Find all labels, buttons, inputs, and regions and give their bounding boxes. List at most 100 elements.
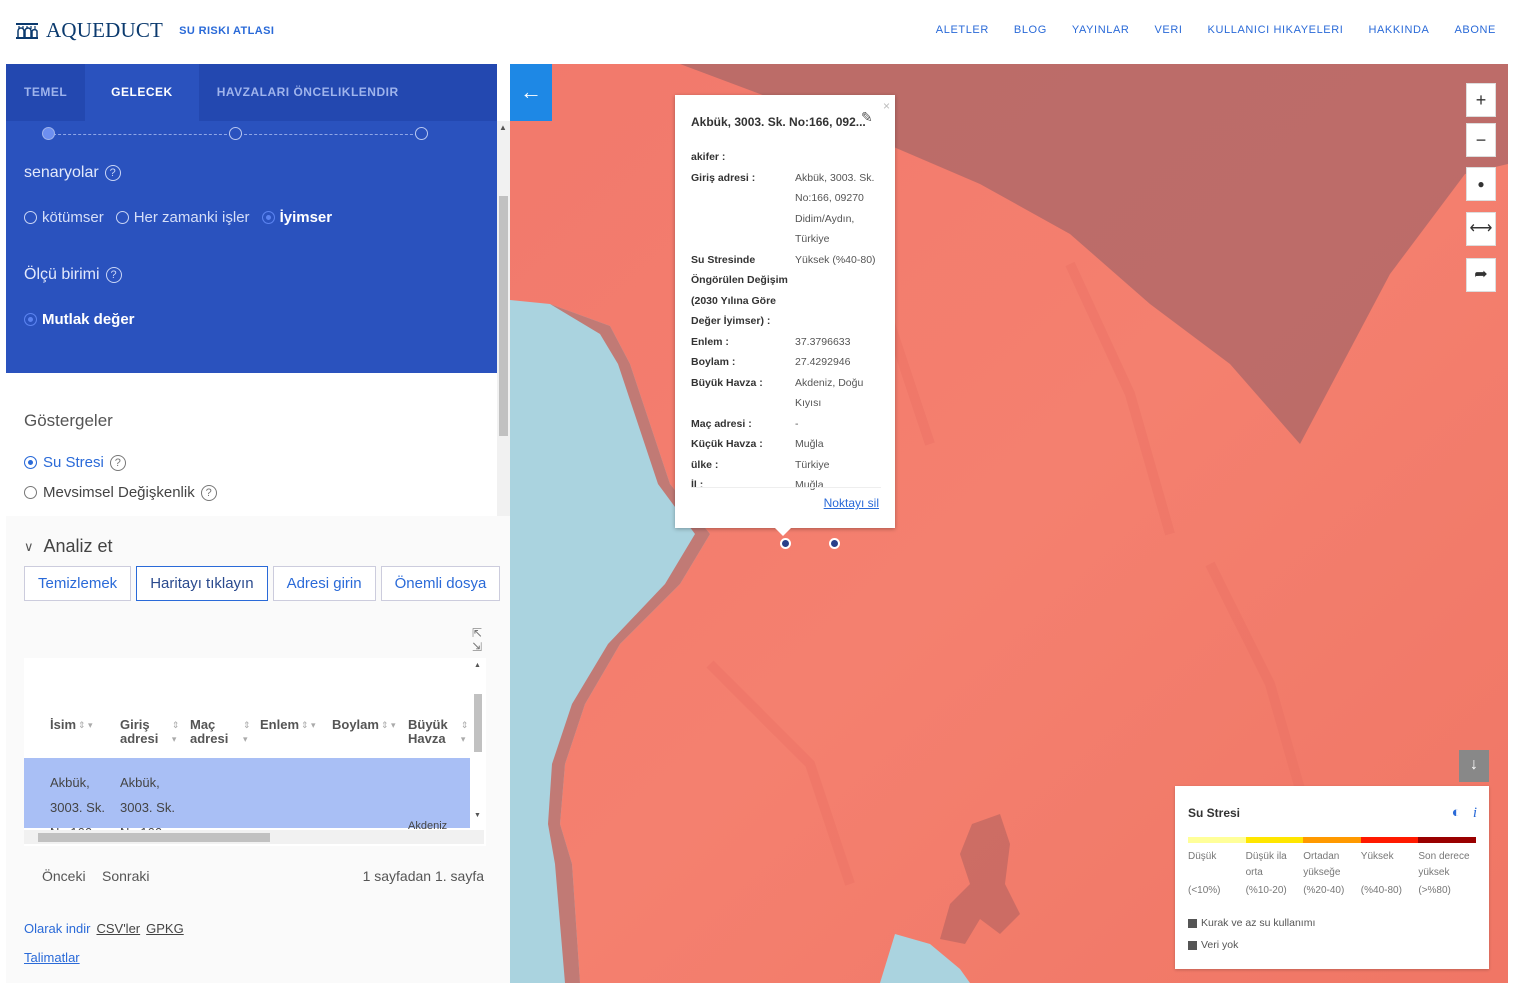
download-csv-link[interactable]: CSV'ler <box>96 921 140 936</box>
sort-icon[interactable]: ⇕ ▾ <box>301 718 316 732</box>
zoom-in-button[interactable]: + <box>1466 83 1496 117</box>
nav-publications[interactable]: YAYINLAR <box>1072 24 1130 36</box>
sort-icon[interactable]: ⇕ ▾ <box>172 718 182 746</box>
sort-icon[interactable]: ⇕ ▾ <box>461 718 470 746</box>
legend-category: Yüksek (%40-80) <box>1361 849 1419 899</box>
close-icon[interactable]: × <box>883 99 890 113</box>
download-row: Olarak indir CSV'ler GPKG <box>24 921 184 936</box>
download-label: Olarak indir <box>24 921 91 936</box>
th-match-address[interactable]: Maç adresi ⇕ ▾ <box>190 718 254 746</box>
basemap-button[interactable]: ● <box>1466 167 1496 201</box>
legend-category: Düşük (<10%) <box>1188 849 1246 899</box>
table-row[interactable]: Akbük, 3003. Sk. No:166, Akbük, 3003. Sk… <box>24 758 470 840</box>
import-file-button[interactable]: Önemli dosya <box>380 566 501 601</box>
instructions-link[interactable]: Talimatlar <box>24 950 80 965</box>
top-nav: ALETLER BLOG YAYINLAR VERI KULLANICI HIK… <box>936 24 1496 36</box>
pencil-icon[interactable]: ✎ <box>861 109 873 126</box>
popup-row: Büyük Havza : Akdeniz, Doğu Kıyısı <box>691 373 886 414</box>
scenario-label: İyimser <box>279 209 333 226</box>
column-label: Boylam <box>332 717 379 732</box>
map-pin[interactable] <box>780 538 791 549</box>
nav-subscribe[interactable]: ABONE <box>1454 24 1496 36</box>
info-icon[interactable]: i <box>1473 805 1477 821</box>
scenario-optimistic[interactable]: İyimser <box>261 209 333 226</box>
nav-data[interactable]: VERI <box>1154 24 1182 36</box>
prev-page-button[interactable]: Önceki <box>42 868 86 884</box>
download-gpkg-link[interactable]: GPKG <box>146 921 184 936</box>
results-table: İsim ⇕ ▾ Giriş adresi ⇕ ▾ Maç adresi ⇕ ▾ En… <box>24 658 486 846</box>
clear-button[interactable]: Temizlemek <box>24 566 132 601</box>
sort-icon[interactable]: ⇕ ▾ <box>381 718 396 732</box>
legend-category: Düşük ila orta (%10-20) <box>1246 849 1304 899</box>
timeline-slider-stop[interactable] <box>42 127 55 140</box>
opacity-icon[interactable]: ◐ <box>1452 804 1461 821</box>
help-icon[interactable]: ? <box>109 454 126 471</box>
next-page-button[interactable]: Sonraki <box>102 868 149 884</box>
popup-key: Maç adresi : <box>691 417 752 430</box>
sort-icon[interactable]: ⇕ ▾ <box>243 718 254 746</box>
legend-category-name: Düşük <box>1188 851 1217 862</box>
indicator-seasonal-variability[interactable]: Mevsimsel Değişkenlik ? <box>24 484 217 501</box>
help-icon[interactable]: ? <box>105 267 122 283</box>
plus-icon: + <box>1475 90 1487 110</box>
scroll-up-icon[interactable]: ▲ <box>499 123 507 132</box>
share-button[interactable]: ➦ <box>1466 258 1496 292</box>
scrollbar-thumb[interactable] <box>474 694 482 752</box>
sort-icon[interactable]: ⇕ ▾ <box>78 718 93 732</box>
legend-color-bar <box>1188 837 1476 843</box>
expand-icon[interactable]: ⇱ ⇲ <box>472 626 482 654</box>
nav-user-stories[interactable]: KULLANICI HIKAYELERI <box>1208 24 1344 36</box>
collapse-panel-button[interactable]: ← <box>510 64 552 121</box>
scenario-settings: TEMEL GELECEK HAVZALARI ÖNCELIKLENDIR se… <box>6 64 497 373</box>
legend-nodata-label: Veri yok <box>1201 939 1239 951</box>
table-vertical-scrollbar[interactable]: ▲ ▼ <box>472 658 484 828</box>
th-major-basin[interactable]: Büyük Havza ⇕ ▾ <box>408 718 470 746</box>
unit-absolute[interactable]: Mutlak değer <box>24 311 135 328</box>
scenario-pessimistic[interactable]: kötümser <box>24 209 104 226</box>
panel-scrollbar[interactable]: ▲ <box>497 121 510 516</box>
logo[interactable]: AQUEDUCT SU RISKI ATLASI <box>16 18 274 43</box>
click-map-button[interactable]: Haritayı tıklayın <box>136 566 268 601</box>
th-input-address[interactable]: Giriş adresi ⇕ ▾ <box>120 718 182 746</box>
scrollbar-thumb[interactable] <box>499 196 508 436</box>
nav-about[interactable]: HAKKINDA <box>1368 24 1429 36</box>
analyze-section: ∨ Analiz et Temizlemek Haritayı tıklayın… <box>6 516 510 983</box>
enter-address-button[interactable]: Adresi girin <box>272 566 376 601</box>
nav-tools[interactable]: ALETLER <box>936 24 989 36</box>
legend-category-name: Son derece yüksek <box>1418 851 1470 878</box>
scenario-business-as-usual[interactable]: Her zamanki işler <box>115 209 250 226</box>
delete-point-link[interactable]: Noktayı sil <box>824 496 879 510</box>
scroll-up-icon[interactable]: ▲ <box>474 662 481 669</box>
tab-future[interactable]: GELECEK <box>85 64 199 121</box>
side-panel: TEMEL GELECEK HAVZALARI ÖNCELIKLENDIR se… <box>6 64 510 983</box>
popup-key: Su Stresinde Öngörülen Değişim (2030 Yıl… <box>691 253 788 328</box>
nav-blog[interactable]: BLOG <box>1014 24 1047 36</box>
map-pin[interactable] <box>829 538 840 549</box>
scrollbar-thumb[interactable] <box>38 833 270 842</box>
indicator-water-stress[interactable]: Su Stresi ? <box>24 454 126 471</box>
legend-category-range: (%40-80) <box>1360 885 1402 896</box>
aqueduct-logo-icon <box>16 22 38 39</box>
scroll-down-icon[interactable]: ▼ <box>474 812 481 819</box>
tab-prioritize-basins[interactable]: HAVZALARI ÖNCELIKLENDIR <box>199 64 417 121</box>
timeline-slider-stop[interactable] <box>415 127 428 140</box>
analyze-header[interactable]: ∨ Analiz et <box>24 536 113 557</box>
popup-row: Su Stresinde Öngörülen Değişim (2030 Yıl… <box>691 250 886 332</box>
share-arrow-icon: ➦ <box>1474 266 1488 283</box>
table-horizontal-scrollbar[interactable] <box>24 830 484 844</box>
timeline-slider-stop[interactable] <box>229 127 242 140</box>
tab-baseline[interactable]: TEMEL <box>6 64 85 121</box>
th-name[interactable]: İsim ⇕ ▾ <box>50 718 93 732</box>
download-map-button[interactable]: ↓ <box>1459 750 1489 782</box>
zoom-out-button[interactable]: − <box>1466 123 1496 157</box>
analyze-buttons: Temizlemek Haritayı tıklayın Adresi giri… <box>24 566 501 601</box>
fullscreen-button[interactable]: ⟷ <box>1466 212 1496 246</box>
th-latitude[interactable]: Enlem ⇕ ▾ <box>260 718 316 732</box>
th-longitude[interactable]: Boylam ⇕ ▾ <box>332 718 396 732</box>
popup-divider <box>691 487 881 488</box>
collapse-arrows-icon: ⟷ <box>1469 220 1493 237</box>
legend-category-range: (%10-20) <box>1245 885 1287 896</box>
legend-swatch <box>1360 837 1419 843</box>
help-icon[interactable]: ? <box>200 484 217 501</box>
help-icon[interactable]: ? <box>104 165 121 181</box>
